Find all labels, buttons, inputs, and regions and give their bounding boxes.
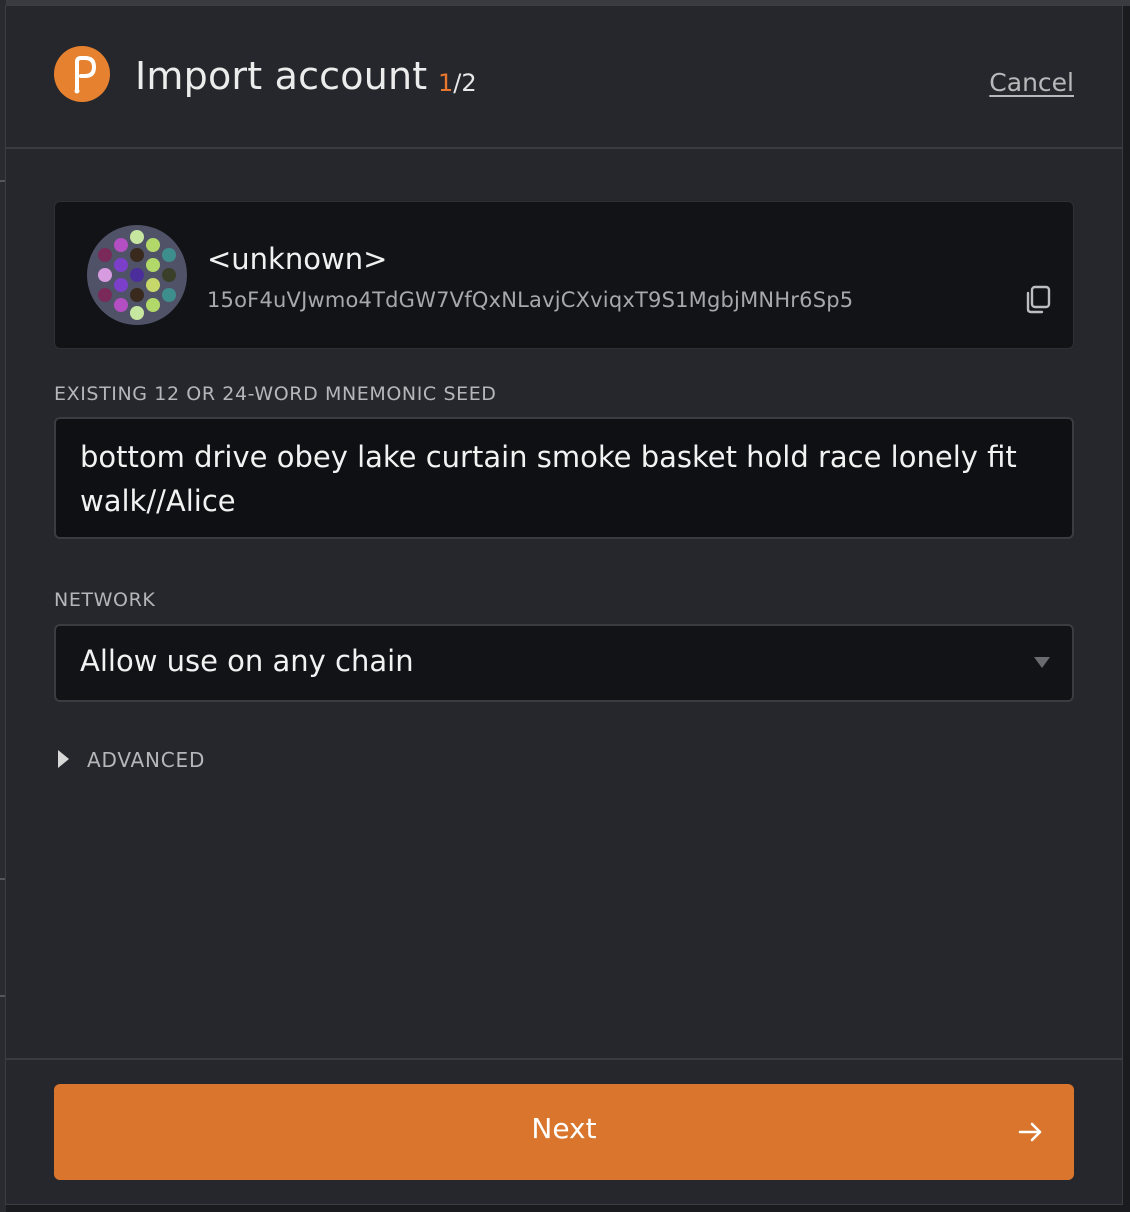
step-current: 1 [438,69,454,97]
copy-icon[interactable] [1023,284,1053,314]
identicon-avatar [87,225,187,325]
page-title: Import account [135,54,428,98]
step-total: /2 [453,69,477,97]
footer-divider [6,1058,1122,1060]
polkadot-logo-icon [54,46,110,102]
logo-glyph [74,56,96,94]
network-select[interactable]: Allow use on any chain [54,624,1074,702]
account-name: <unknown> [207,242,388,276]
cancel-link[interactable]: Cancel [989,68,1074,97]
seed-label: EXISTING 12 OR 24-WORD MNEMONIC SEED [54,383,497,405]
account-card: <unknown> 15oF4uVJwmo4TdGW7VfQxNLavjCXvi… [54,201,1074,349]
header: Import account 1/2 Cancel [6,6,1122,149]
chevron-down-icon [1034,657,1050,668]
identicon-glyph [98,230,176,320]
next-button[interactable]: Next [54,1084,1074,1180]
caret-right-icon [58,750,69,768]
advanced-label: ADVANCED [87,748,206,772]
arrow-glyph [1018,1122,1042,1142]
account-address: 15oF4uVJwmo4TdGW7VfQxNLavjCXviqxT9S1Mgbj… [207,288,854,312]
network-label: NETWORK [54,589,156,611]
extension-popup: Import account 1/2 Cancel <unknown> 15oF… [5,5,1123,1205]
arrow-right-icon [1016,1118,1044,1146]
network-selected-value: Allow use on any chain [80,644,414,678]
next-label: Next [531,1112,597,1145]
mnemonic-seed-input[interactable]: bottom drive obey lake curtain smoke bas… [54,417,1074,539]
copy-glyph [1026,285,1051,314]
step-indicator: 1/2 [438,69,477,97]
